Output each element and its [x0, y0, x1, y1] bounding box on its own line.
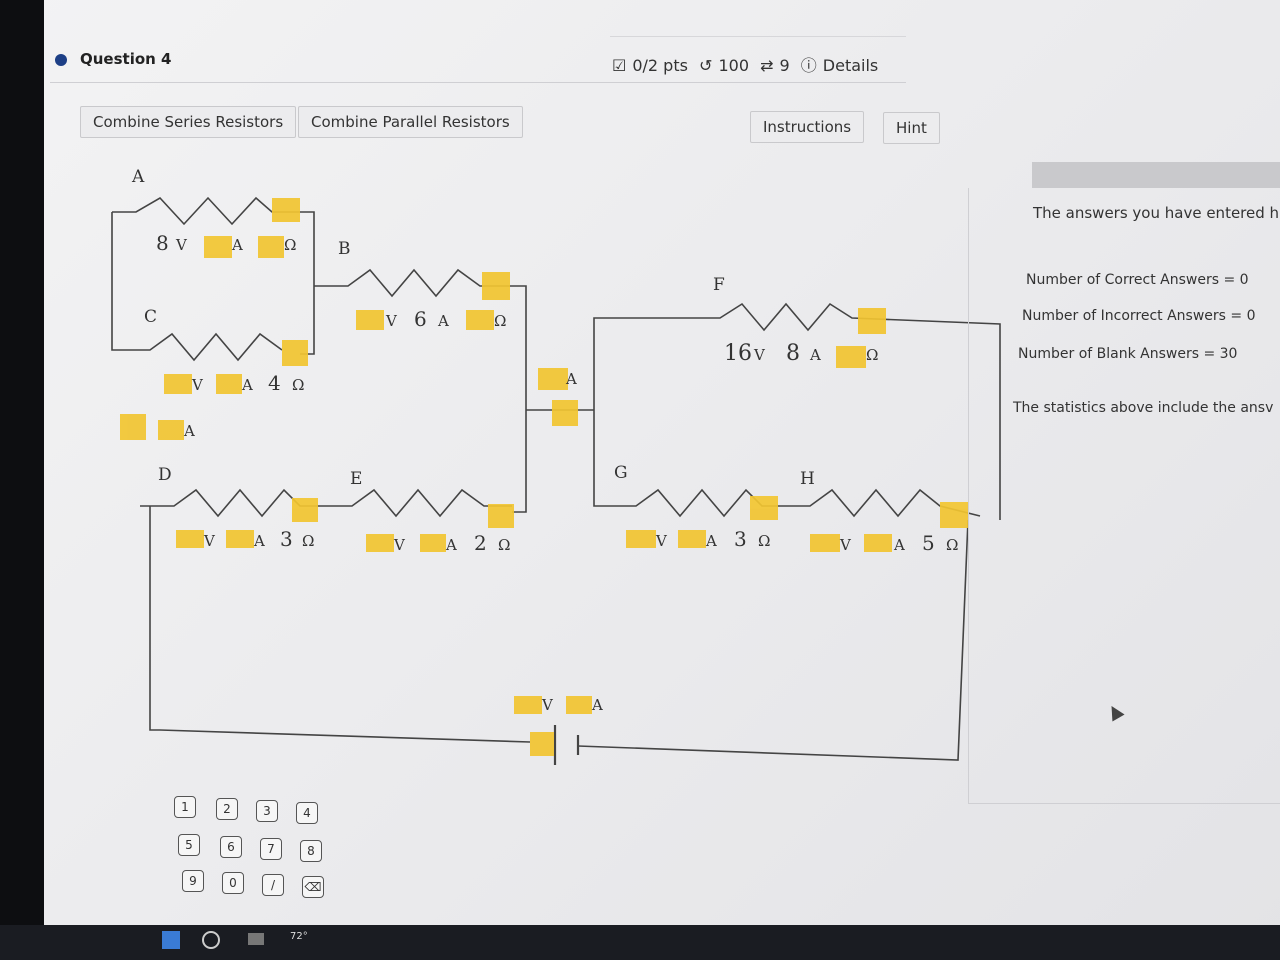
e-unit-ohm: Ω — [498, 536, 510, 554]
a-unit-a: A — [231, 236, 243, 254]
key-5[interactable]: 5 — [178, 834, 200, 856]
d-unit-v: V — [203, 532, 216, 550]
screen: Question 4 ☑ 0/2 pts ↺ 100 ⇄ 9 ⓘ Details Com… — [0, 0, 1280, 960]
blank-count: Number of Blank Answers = 30 — [1018, 346, 1238, 362]
a-unit-v: V — [175, 236, 188, 254]
key-2[interactable]: 2 — [216, 798, 238, 820]
g-resistance: 3 — [734, 527, 747, 551]
f-unit-a: A — [809, 346, 821, 364]
parallel-ac-unit-a: A — [183, 422, 195, 440]
h-unit-v: V — [839, 536, 852, 554]
resistor-d-e — [140, 488, 512, 518]
task-view-icon[interactable] — [248, 933, 264, 945]
c-unit-ohm: Ω — [292, 376, 304, 394]
results-panel-header — [1032, 162, 1280, 188]
resistor-c — [125, 332, 283, 362]
g-unit-a: A — [705, 532, 717, 550]
b-unit-ohm: Ω — [494, 312, 506, 330]
left-block-unit-a: A — [565, 370, 577, 388]
h-unit-a: A — [893, 536, 905, 554]
label-f: F — [713, 275, 725, 295]
b-current: 6 — [414, 307, 427, 331]
key-0[interactable]: 0 — [222, 872, 244, 894]
label-c: C — [144, 307, 157, 327]
weather-temp: 72° — [290, 931, 308, 942]
label-e: E — [350, 469, 362, 489]
f-voltage: 16 — [724, 341, 752, 366]
results-entered-text: The answers you have entered h — [1033, 204, 1280, 222]
battery-unit-a: A — [591, 696, 603, 714]
key-4[interactable]: 4 — [296, 802, 318, 824]
correct-count: Number of Correct Answers = 0 — [1026, 272, 1249, 288]
e-unit-a: A — [445, 536, 457, 554]
key-slash[interactable]: / — [262, 874, 284, 896]
c-unit-a: A — [241, 376, 253, 394]
label-g: G — [614, 463, 628, 483]
label-a: A — [131, 167, 145, 187]
answer-boxes[interactable] — [120, 198, 968, 756]
circuit-wires — [111, 196, 1001, 765]
key-7[interactable]: 7 — [260, 838, 282, 860]
c-resistance: 4 — [268, 371, 281, 395]
resistor-values: 8 V A Ω V 6 A Ω V A 4 Ω A V A 3 Ω V A 2 … — [156, 231, 958, 714]
f-unit-v: V — [753, 346, 766, 364]
monitor-bezel-left — [0, 0, 44, 960]
windows-start-icon[interactable] — [162, 931, 180, 949]
d-unit-a: A — [253, 532, 265, 550]
b-unit-a: A — [437, 312, 449, 330]
g-unit-ohm: Ω — [758, 532, 770, 550]
search-icon[interactable] — [202, 931, 220, 949]
label-d: D — [158, 465, 172, 485]
key-8[interactable]: 8 — [300, 840, 322, 862]
battery-unit-v: V — [541, 696, 554, 714]
label-h: H — [800, 469, 815, 489]
key-6[interactable]: 6 — [220, 836, 242, 858]
key-backspace[interactable]: ⌫ — [302, 876, 324, 898]
key-1[interactable]: 1 — [174, 796, 196, 818]
f-unit-ohm: Ω — [866, 346, 878, 364]
f-current: 8 — [786, 341, 800, 366]
e-resistance: 2 — [474, 531, 487, 555]
a-voltage: 8 — [156, 231, 169, 255]
g-unit-v: V — [655, 532, 668, 550]
resistor-g-h — [593, 410, 981, 518]
incorrect-count: Number of Incorrect Answers = 0 — [1022, 308, 1256, 324]
d-resistance: 3 — [280, 527, 293, 551]
d-unit-ohm: Ω — [302, 532, 314, 550]
e-unit-v: V — [393, 536, 406, 554]
statistics-note: The statistics above include the ansv — [1013, 400, 1274, 416]
a-unit-ohm: Ω — [284, 236, 296, 254]
label-b: B — [338, 239, 351, 259]
h-unit-ohm: Ω — [946, 536, 958, 554]
b-unit-v: V — [385, 312, 398, 330]
key-9[interactable]: 9 — [182, 870, 204, 892]
c-unit-v: V — [191, 376, 204, 394]
h-resistance: 5 — [922, 531, 935, 555]
taskbar: 72° — [0, 925, 1280, 960]
key-3[interactable]: 3 — [256, 800, 278, 822]
